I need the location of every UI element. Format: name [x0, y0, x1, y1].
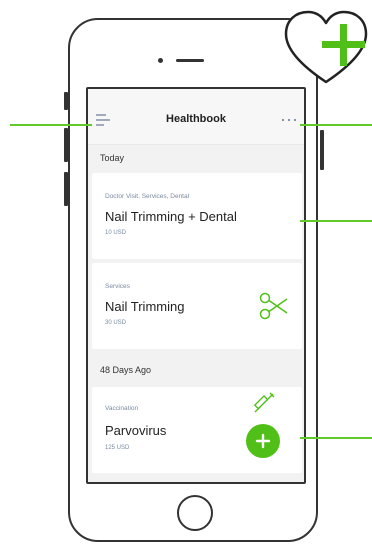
callout-line-more — [300, 124, 372, 126]
app-header: Healthbook — [88, 89, 304, 145]
phone-side-button-volume-down — [64, 172, 68, 206]
health-entry-card[interactable]: Doctor Visit, Services, Dental Nail Trim… — [92, 173, 302, 259]
entry-price: 125 USD — [105, 445, 130, 451]
entry-category: Vaccination — [105, 405, 139, 412]
entry-category: Services — [105, 283, 130, 290]
more-options-icon[interactable] — [280, 113, 298, 127]
phone-speaker — [176, 59, 204, 62]
entry-title: Parvovirus — [105, 423, 167, 438]
entry-category: Doctor Visit, Services, Dental — [105, 193, 190, 200]
section-header-today: Today — [100, 153, 125, 163]
section-header-48-days-ago: 48 Days Ago — [100, 365, 152, 375]
app-title: Healthbook — [166, 113, 226, 125]
phone-side-button-silent — [64, 92, 68, 110]
syringe-icon — [253, 392, 275, 413]
scissors-icon — [259, 292, 288, 320]
entry-title: Nail Trimming + Dental — [105, 209, 237, 224]
callout-line-entry — [300, 220, 372, 222]
plus-icon — [255, 433, 271, 449]
entry-title: Nail Trimming — [105, 299, 185, 314]
callout-line-add — [300, 437, 372, 439]
heart-plus-icon — [284, 10, 368, 84]
home-button[interactable] — [177, 495, 213, 531]
phone-camera — [158, 58, 163, 63]
phone-side-button-power — [320, 130, 324, 170]
phone-side-button-volume-up — [64, 128, 68, 162]
entry-price: 10 USD — [105, 230, 127, 236]
callout-line-menu — [10, 124, 92, 126]
entry-price: 30 USD — [105, 320, 127, 326]
add-entry-button[interactable] — [246, 424, 280, 458]
app-screen: Healthbook Today Doctor Visit, Services,… — [86, 87, 306, 484]
health-entry-card[interactable]: Services Nail Trimming 30 USD — [92, 263, 302, 349]
